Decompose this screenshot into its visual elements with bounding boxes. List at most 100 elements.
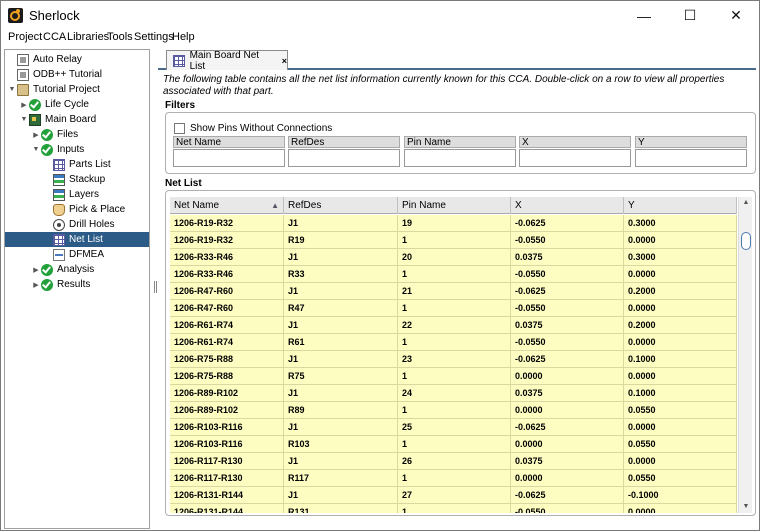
- table-row[interactable]: 1206-R89-R102 J1 24 0.0375 0.1000: [170, 385, 737, 402]
- collapsed-arrow-icon[interactable]: ▶: [31, 281, 41, 289]
- column-header-y[interactable]: Y: [624, 197, 737, 214]
- table-row[interactable]: 1206-R61-R74 R61 1 -0.0550 0.0000: [170, 334, 737, 351]
- cell-pin-name: 1: [398, 334, 511, 351]
- expanded-arrow-icon[interactable]: ▼: [19, 116, 29, 123]
- table-row[interactable]: 1206-R33-R46 R33 1 -0.0550 0.0000: [170, 266, 737, 283]
- table-row[interactable]: 1206-R47-R60 R47 1 -0.0550 0.0000: [170, 300, 737, 317]
- window-title: Sherlock: [29, 8, 80, 23]
- collapsed-arrow-icon[interactable]: ▶: [19, 101, 29, 109]
- table-row[interactable]: 1206-R47-R60 J1 21 -0.0625 0.2000: [170, 283, 737, 300]
- table-row[interactable]: 1206-R61-R74 J1 22 0.0375 0.2000: [170, 317, 737, 334]
- tree-item-parts-list[interactable]: Parts List: [5, 157, 149, 172]
- tree-item-odb-tutorial[interactable]: ODB++ Tutorial: [5, 67, 149, 82]
- collapsed-arrow-icon[interactable]: ▶: [31, 131, 41, 139]
- cell-y: 0.0000: [624, 266, 737, 283]
- tree-item-analysis[interactable]: ▶ Analysis: [5, 262, 149, 277]
- expanded-arrow-icon[interactable]: ▼: [7, 86, 17, 93]
- table-row[interactable]: 1206-R19-R32 R19 1 -0.0550 0.0000: [170, 232, 737, 249]
- table-row[interactable]: 1206-R75-R88 R75 1 0.0000 0.0000: [170, 368, 737, 385]
- table-row[interactable]: 1206-R117-R130 R117 1 0.0000 0.0550: [170, 470, 737, 487]
- project-tree: Auto Relay ODB++ Tutorial ▼ Tutorial Proj…: [4, 49, 150, 529]
- cell-net-name: 1206-R89-R102: [170, 385, 284, 402]
- table-icon: [173, 54, 185, 67]
- check-icon: [29, 98, 41, 111]
- tree-item-tutorial-project[interactable]: ▼ Tutorial Project: [5, 82, 149, 97]
- tree-item-main-board[interactable]: ▼ Main Board: [5, 112, 149, 127]
- x-filter-input[interactable]: [519, 149, 631, 167]
- panel-splitter[interactable]: [154, 281, 157, 293]
- column-header-pin-name[interactable]: Pin Name: [398, 197, 511, 214]
- net-name-filter-input[interactable]: [173, 149, 285, 167]
- refdes-filter-input[interactable]: [288, 149, 400, 167]
- menu-libraries[interactable]: Libraries: [67, 31, 109, 43]
- table-header: Net Name ▲ RefDes Pin Name X Y: [170, 197, 737, 214]
- tree-item-pick-place[interactable]: Pick & Place: [5, 202, 149, 217]
- filter-header: Pin Name: [404, 136, 516, 148]
- tree-item-dfmea[interactable]: DFMEA: [5, 247, 149, 262]
- menu-cca[interactable]: CCA: [43, 31, 66, 43]
- tree-item-stackup[interactable]: Stackup: [5, 172, 149, 187]
- tree-item-auto-relay[interactable]: Auto Relay: [5, 52, 149, 67]
- table-row[interactable]: 1206-R33-R46 J1 20 0.0375 0.3000: [170, 249, 737, 266]
- filter-header: Y: [635, 136, 747, 148]
- tab-close-icon[interactable]: ×: [282, 56, 287, 66]
- cell-pin-name: 1: [398, 266, 511, 283]
- column-header-net-name[interactable]: Net Name ▲: [170, 197, 284, 214]
- tree-item-net-list[interactable]: Net List: [5, 232, 149, 247]
- cell-pin-name: 26: [398, 453, 511, 470]
- cell-refdes: J1: [284, 249, 398, 266]
- filters-heading: Filters: [165, 100, 196, 111]
- table-row[interactable]: 1206-R19-R32 J1 19 -0.0625 0.3000: [170, 215, 737, 232]
- menu-help[interactable]: Help: [172, 31, 195, 43]
- cell-pin-name: 1: [398, 436, 511, 453]
- scroll-up-arrow-icon[interactable]: ▲: [739, 197, 753, 209]
- column-header-x[interactable]: X: [511, 197, 624, 214]
- expanded-arrow-icon[interactable]: ▼: [31, 146, 41, 153]
- close-button[interactable]: ✕: [713, 1, 759, 30]
- collapsed-arrow-icon[interactable]: ▶: [31, 266, 41, 274]
- cell-y: 0.0000: [624, 300, 737, 317]
- tree-item-life-cycle[interactable]: ▶ Life Cycle: [5, 97, 149, 112]
- tree-item-label: Tutorial Project: [33, 84, 100, 95]
- table-icon: [53, 158, 65, 171]
- cell-refdes: J1: [284, 453, 398, 470]
- table-row[interactable]: 1206-R75-R88 J1 23 -0.0625 0.1000: [170, 351, 737, 368]
- cell-x: 0.0000: [511, 470, 624, 487]
- menu-project[interactable]: Project: [8, 31, 42, 43]
- hand-icon: [53, 203, 65, 216]
- tree-item-layers[interactable]: Layers: [5, 187, 149, 202]
- tree-item-label: Results: [57, 279, 91, 290]
- scrollbar-thumb[interactable]: [741, 232, 751, 250]
- pin-name-filter-input[interactable]: [404, 149, 516, 167]
- maximize-button[interactable]: ☐: [667, 1, 713, 30]
- cell-y: 0.0550: [624, 470, 737, 487]
- menu-settings[interactable]: Settings: [134, 31, 174, 43]
- tree-item-files[interactable]: ▶ Files: [5, 127, 149, 142]
- show-pins-checkbox[interactable]: [174, 123, 185, 134]
- cell-refdes: J1: [284, 385, 398, 402]
- scroll-down-arrow-icon[interactable]: ▼: [739, 501, 753, 513]
- tab-main-board-net-list[interactable]: Main Board Net List ×: [166, 50, 288, 72]
- tree-item-drill-holes[interactable]: Drill Holes: [5, 217, 149, 232]
- tree-item-inputs[interactable]: ▼ Inputs: [5, 142, 149, 157]
- cell-net-name: 1206-R103-R116: [170, 419, 284, 436]
- cell-pin-name: 24: [398, 385, 511, 402]
- table-row[interactable]: 1206-R131-R144 R131 1 -0.0550 0.0000: [170, 504, 737, 513]
- minimize-button[interactable]: —: [621, 1, 667, 30]
- column-header-refdes[interactable]: RefDes: [284, 197, 398, 214]
- menu-tools[interactable]: Tools: [107, 31, 133, 43]
- table-row[interactable]: 1206-R131-R144 J1 27 -0.0625 -0.1000: [170, 487, 737, 504]
- tree-item-results[interactable]: ▶ Results: [5, 277, 149, 292]
- doc-icon: [17, 68, 29, 81]
- table-row[interactable]: 1206-R103-R116 J1 25 -0.0625 0.0000: [170, 419, 737, 436]
- tree-item-label: Pick & Place: [69, 204, 126, 215]
- table-row[interactable]: 1206-R89-R102 R89 1 0.0000 0.0550: [170, 402, 737, 419]
- table-scrollbar[interactable]: ▲ ▼: [738, 197, 752, 513]
- cell-net-name: 1206-R75-R88: [170, 351, 284, 368]
- y-filter-input[interactable]: [635, 149, 747, 167]
- table-row[interactable]: 1206-R103-R116 R103 1 0.0000 0.0550: [170, 436, 737, 453]
- cell-y: 0.0550: [624, 436, 737, 453]
- column-header-label: Net Name: [174, 200, 220, 211]
- layers-icon: [53, 173, 65, 186]
- table-row[interactable]: 1206-R117-R130 J1 26 0.0375 0.0000: [170, 453, 737, 470]
